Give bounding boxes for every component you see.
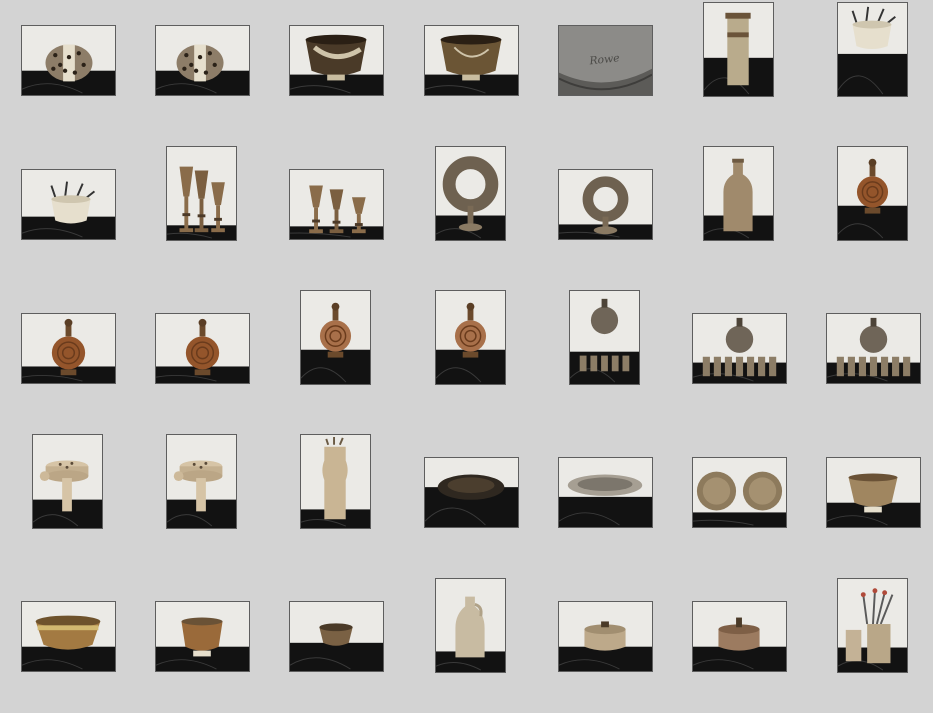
- pottery-photo: [559, 170, 652, 239]
- pottery-photo: [436, 147, 505, 240]
- thumbnail-footed-bowl-1[interactable]: [826, 457, 921, 528]
- thumbnail-round-flask-5[interactable]: [435, 290, 506, 385]
- thumbnail-signature-closeup[interactable]: Rowe: [558, 25, 653, 96]
- thumbnail-round-flask-1[interactable]: [837, 146, 908, 241]
- thumbnail-dark-plate[interactable]: [424, 457, 519, 528]
- pottery-photo: [425, 26, 518, 95]
- pottery-photo: [33, 435, 102, 528]
- thumbnail-ring-sculpture-1[interactable]: [435, 146, 506, 241]
- thumbnail-lidded-pot-1[interactable]: [558, 601, 653, 672]
- pottery-photo: [570, 291, 639, 384]
- pottery-photo: [838, 147, 907, 240]
- thumbnail-goblet-trio-2[interactable]: [289, 169, 384, 240]
- pottery-photo: [290, 170, 383, 239]
- pottery-photo: [693, 314, 786, 383]
- thumbnail-pierced-stand-2[interactable]: [166, 434, 237, 529]
- thumbnail-glazed-bowl-1[interactable]: [289, 25, 384, 96]
- thumbnail-glazed-bowl-2[interactable]: [424, 25, 519, 96]
- thumbnail-round-flask-4[interactable]: [300, 290, 371, 385]
- pottery-photo: [436, 579, 505, 672]
- thumbnail-lidded-pot-2[interactable]: [692, 601, 787, 672]
- pottery-photo: [827, 458, 920, 527]
- thumbnail-low-bowl[interactable]: [289, 601, 384, 672]
- thumbnail-pierced-sphere-1[interactable]: [21, 25, 116, 96]
- photo-gallery: Rowe: [0, 0, 933, 713]
- pottery-photo: [693, 602, 786, 671]
- pottery-photo: [301, 435, 370, 528]
- pottery-photo: [167, 435, 236, 528]
- pottery-photo: [827, 314, 920, 383]
- thumbnail-pierced-stand-1[interactable]: [32, 434, 103, 529]
- thumbnail-tall-holder[interactable]: [300, 434, 371, 529]
- pottery-photo: [301, 291, 370, 384]
- thumbnail-flask-with-cups-2[interactable]: [692, 313, 787, 384]
- pottery-photo: [22, 602, 115, 671]
- pottery-photo: [167, 147, 236, 240]
- thumbnail-flask-with-cups-3[interactable]: [826, 313, 921, 384]
- thumbnail-ring-sculpture-2[interactable]: [558, 169, 653, 240]
- pottery-photo: [156, 602, 249, 671]
- thumbnail-shallow-dish[interactable]: [558, 457, 653, 528]
- pottery-photo: [838, 3, 907, 96]
- pottery-photo: [436, 291, 505, 384]
- pottery-photo: [704, 147, 773, 240]
- pottery-photo: [156, 314, 249, 383]
- pottery-photo: [559, 602, 652, 671]
- thumbnail-plate-pair[interactable]: [692, 457, 787, 528]
- thumbnail-tall-vase[interactable]: [703, 2, 774, 97]
- pottery-photo: Rowe: [559, 26, 652, 95]
- pottery-photo: [22, 170, 115, 239]
- pottery-photo: [838, 579, 907, 672]
- pottery-photo: [704, 3, 773, 96]
- pottery-photo: [290, 26, 383, 95]
- thumbnail-pierced-sphere-2[interactable]: [155, 25, 250, 96]
- pottery-photo: [156, 26, 249, 95]
- thumbnail-bowl-with-utensils-2[interactable]: [21, 169, 116, 240]
- thumbnail-goblet-trio-1[interactable]: [166, 146, 237, 241]
- pottery-photo: [290, 602, 383, 671]
- pottery-photo: [693, 458, 786, 527]
- thumbnail-wide-bowl[interactable]: [21, 601, 116, 672]
- thumbnail-round-flask-3[interactable]: [155, 313, 250, 384]
- thumbnail-flask-with-cups-1[interactable]: [569, 290, 640, 385]
- thumbnail-bowl-with-utensils-1[interactable]: [837, 2, 908, 97]
- pottery-photo: [22, 314, 115, 383]
- thumbnail-utensil-jars[interactable]: [837, 578, 908, 673]
- thumbnail-round-flask-2[interactable]: [21, 313, 116, 384]
- thumbnail-bottle-vase[interactable]: [703, 146, 774, 241]
- pottery-photo: [425, 458, 518, 527]
- thumbnail-jug[interactable]: [435, 578, 506, 673]
- pottery-photo: [22, 26, 115, 95]
- pottery-photo: [559, 458, 652, 527]
- thumbnail-footed-bowl-2[interactable]: [155, 601, 250, 672]
